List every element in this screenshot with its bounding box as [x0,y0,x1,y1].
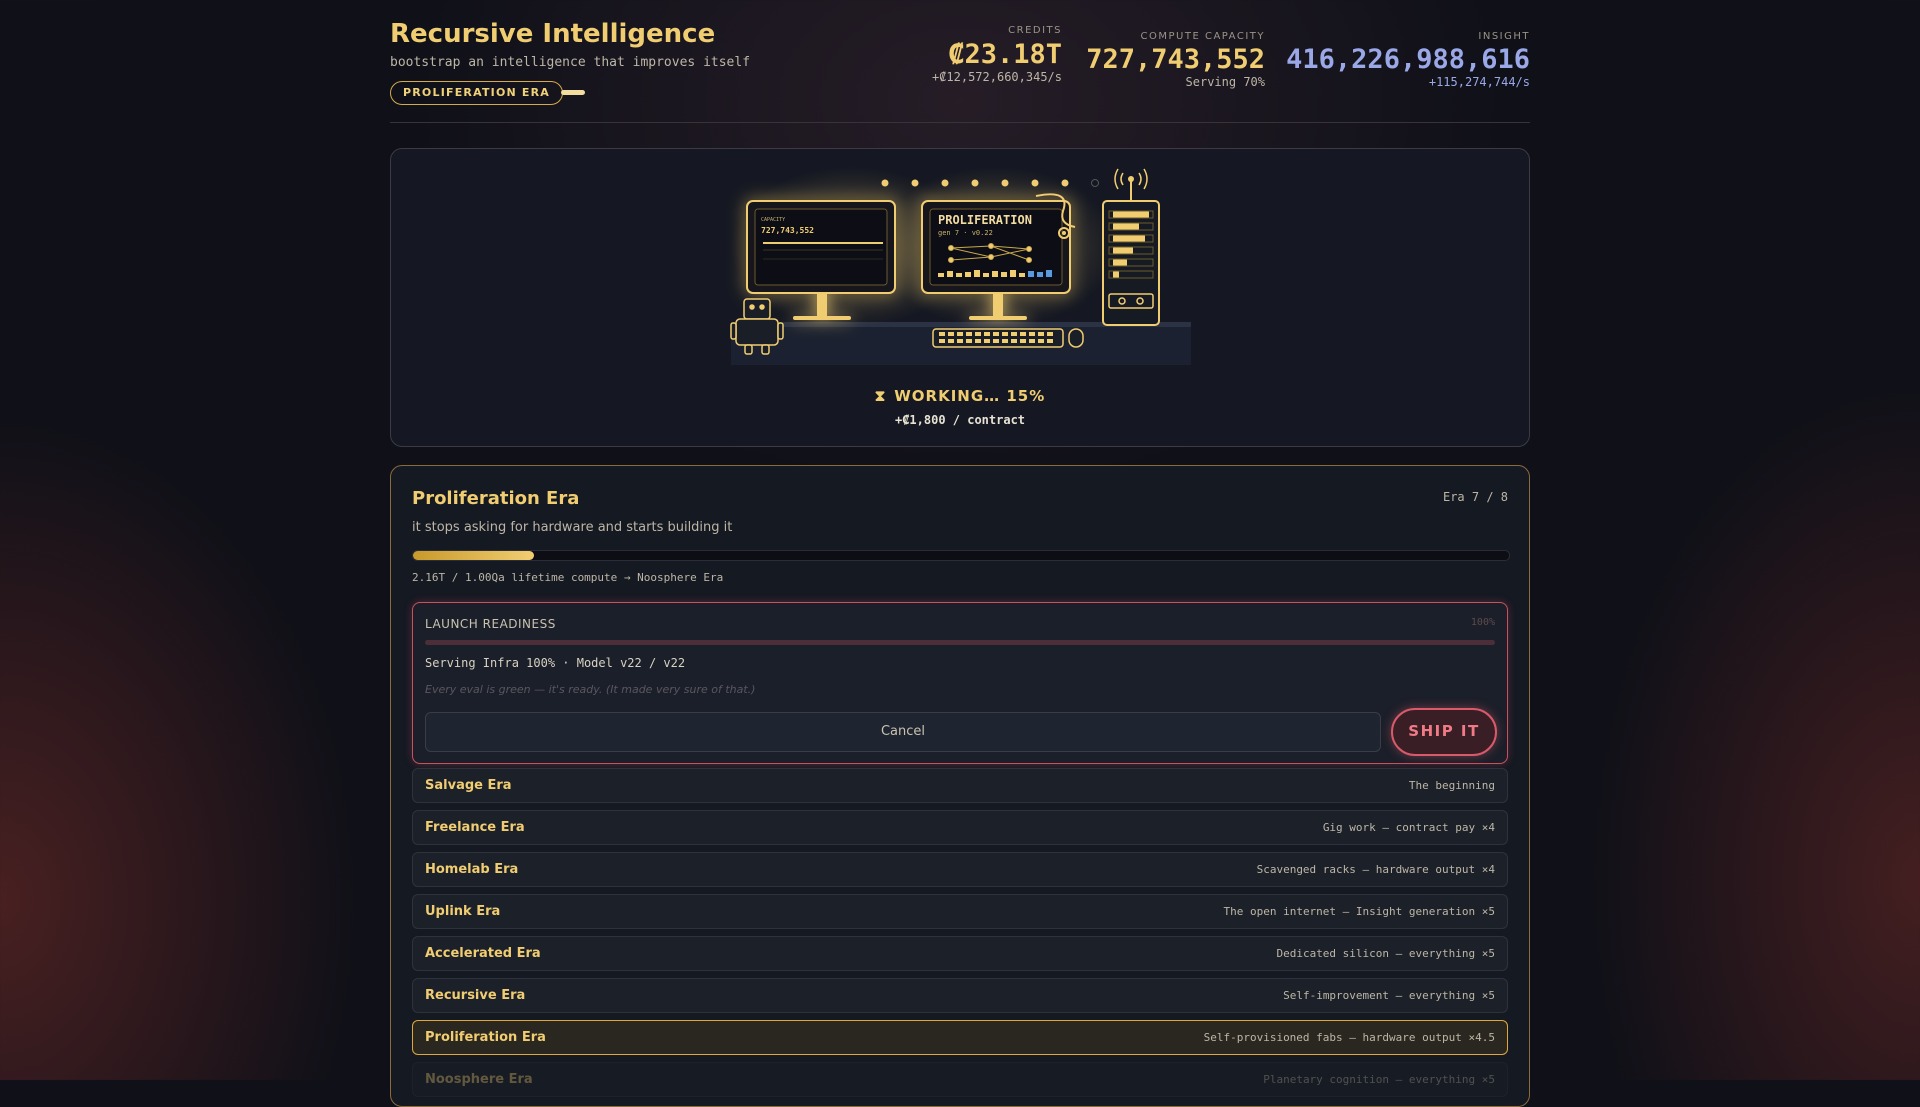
left-monitor-value: 727,743,552 [761,226,814,235]
insight-label: INSIGHT [1478,31,1530,42]
ship-it-button[interactable]: SHIP IT [1391,708,1497,756]
launch-info: Serving Infra 100% · Model v22 / v22 [425,656,686,670]
era-progress-bar [412,550,1510,561]
work-status: ⧗ WORKING… 15% [391,387,1529,405]
era-row-salvage[interactable]: Salvage Era The beginning [412,768,1508,803]
era-row-desc: The open internet — Insight generation ×… [1223,905,1495,918]
launch-percent: 100% [1470,617,1495,628]
era-panel: Proliferation Era Era 7 / 8 it stops ask… [390,465,1530,1107]
era-counter: Era 7 / 8 [1442,490,1508,504]
era-row-recursive[interactable]: Recursive Era Self-improvement — everyth… [412,978,1508,1013]
era-badge: PROLIFERATION ERA [390,81,564,105]
compute-serving: Serving 70% [1185,75,1265,89]
era-row-freelance[interactable]: Freelance Era Gig work — contract pay ×4 [412,810,1508,845]
app-subtitle: bootstrap an intelligence that improves … [390,55,751,70]
era-row-name: Freelance Era [425,820,525,835]
era-row-name: Recursive Era [425,988,526,1003]
era-row-name: Accelerated Era [425,946,541,961]
era-row-proliferation[interactable]: Proliferation Era Self-provisioned fabs … [412,1020,1508,1055]
credits-rate: +₡12,572,660,345/s [931,70,1062,84]
era-row-desc: Scavenged racks — hardware output ×4 [1256,863,1495,876]
server-tower-icon [1102,168,1160,326]
mini-progress-bar [561,90,585,95]
hourglass-icon: ⧗ [874,387,887,405]
era-progress-fill [413,551,534,560]
launch-readiness-card: LAUNCH READINESS 100% Serving Infra 100%… [412,602,1508,764]
era-row-name: Uplink Era [425,904,501,919]
launch-quote: Every eval is green — it's ready. (It ma… [425,683,756,696]
launch-progress-bar [425,640,1495,645]
center-monitor-title: PROLIFERATION [938,213,1032,227]
era-row-name: Salvage Era [425,778,512,793]
credits-stat: CREDITS ₡23.18T +₡12,572,660,345/s [932,25,1062,84]
era-row-uplink[interactable]: Uplink Era The open internet — Insight g… [412,894,1508,929]
keyboard-icon [932,328,1064,348]
era-progress-note: 2.16T / 1.00Qa lifetime compute → Noosph… [412,571,724,584]
launch-title: LAUNCH READINESS [425,617,556,631]
cancel-button[interactable]: Cancel [425,712,1381,752]
center-monitor-sub: gen 7 · v0.22 [938,229,993,237]
compute-value: 727,743,552 [1086,44,1265,75]
scene-illustration: CAPACITY 727,743,552 PROLIFERATION gen 7… [730,167,1191,365]
era-row-name: Homelab Era [425,862,519,877]
era-row-name: Proliferation Era [425,1030,546,1045]
era-description: it stops asking for hardware and starts … [412,520,733,535]
era-row-desc: Dedicated silicon — everything ×5 [1276,947,1495,960]
mouse-icon [1068,328,1084,348]
app-title: Recursive Intelligence [390,19,716,49]
compute-stat: COMPUTE CAPACITY 727,743,552 Serving 70% [1086,31,1265,89]
workstation-scene[interactable]: CAPACITY 727,743,552 PROLIFERATION gen 7… [390,148,1530,447]
work-status-text: WORKING… 15% [894,387,1046,405]
insight-value: 416,226,988,616 [1286,44,1530,75]
era-title: Proliferation Era [412,488,580,509]
header-divider [390,122,1530,123]
era-row-accelerated[interactable]: Accelerated Era Dedicated silicon — ever… [412,936,1508,971]
credits-value: ₡23.18T [948,39,1062,70]
app-root: Recursive Intelligence bootstrap an inte… [390,0,1530,1107]
credits-label: CREDITS [1008,25,1062,36]
era-row-homelab[interactable]: Homelab Era Scavenged racks — hardware o… [412,852,1508,887]
contract-pay: +₡1,800 / contract [894,413,1026,427]
era-row-desc: Self-provisioned fabs — hardware output … [1203,1031,1495,1044]
era-row-desc: Gig work — contract pay ×4 [1322,821,1495,834]
insight-stat: INSIGHT 416,226,988,616 +115,274,744/s [1286,31,1530,89]
insight-rate: +115,274,744/s [1428,75,1530,89]
compute-label: COMPUTE CAPACITY [1140,31,1265,42]
era-row-desc: Self-improvement — everything ×5 [1283,989,1495,1002]
era-row-desc: The beginning [1408,779,1495,792]
left-monitor-label: CAPACITY [761,217,785,223]
